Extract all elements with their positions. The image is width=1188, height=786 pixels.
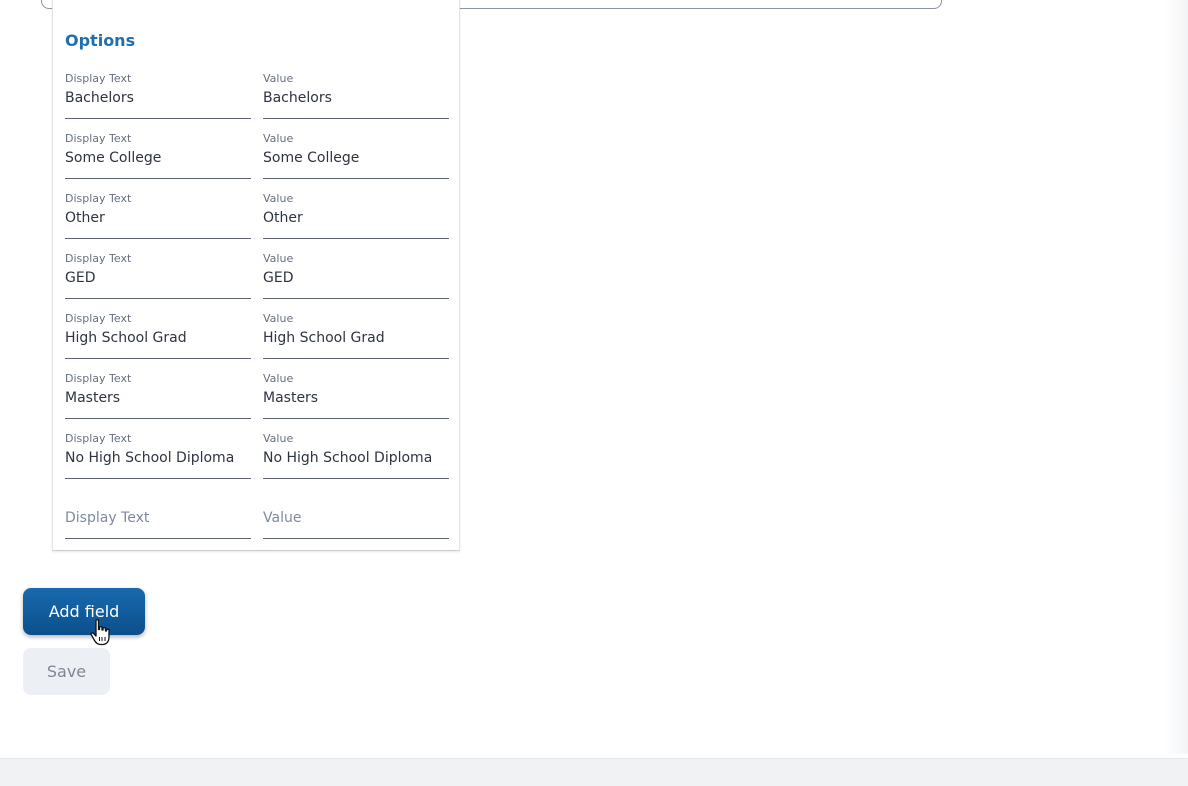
display-text-label: Display Text	[65, 132, 132, 145]
option-row: Display Text No High School Diploma Valu…	[65, 427, 449, 479]
display-text-field[interactable]: Display Text High School Grad	[65, 307, 251, 359]
display-text-label: Display Text	[65, 192, 132, 205]
value-label: Value	[263, 372, 294, 385]
option-row: Display Text GED Value GED	[65, 247, 449, 299]
value-value[interactable]: Masters	[263, 390, 449, 406]
value-label: Value	[263, 72, 294, 85]
form-editor-page: Options Display Text Bachelors Value Bac…	[0, 0, 1188, 786]
new-display-text-input[interactable]: Display Text	[65, 487, 251, 539]
bottom-strip	[0, 758, 1188, 786]
hand-pointer-icon	[90, 619, 110, 646]
new-value-input[interactable]: Value	[263, 487, 449, 539]
display-text-field[interactable]: Display Text Masters	[65, 367, 251, 419]
option-row: Display Text Some College Value Some Col…	[65, 127, 449, 179]
value-label: Value	[263, 252, 294, 265]
display-text-value[interactable]: No High School Diploma	[65, 450, 251, 466]
display-text-placeholder: Display Text	[65, 510, 150, 526]
value-value[interactable]: Bachelors	[263, 90, 449, 106]
display-text-label: Display Text	[65, 72, 132, 85]
display-text-field[interactable]: Display Text Bachelors	[65, 67, 251, 119]
display-text-field[interactable]: Display Text Some College	[65, 127, 251, 179]
option-row: Display Text Bachelors Value Bachelors	[65, 67, 449, 119]
value-label: Value	[263, 192, 294, 205]
display-text-field[interactable]: Display Text GED	[65, 247, 251, 299]
display-text-label: Display Text	[65, 252, 132, 265]
display-text-value[interactable]: Some College	[65, 150, 251, 166]
display-text-label: Display Text	[65, 372, 132, 385]
value-field[interactable]: Value Some College	[263, 127, 449, 179]
value-value[interactable]: Other	[263, 210, 449, 226]
value-label: Value	[263, 312, 294, 325]
display-text-value[interactable]: Other	[65, 210, 251, 226]
option-row: Display Text Other Value Other	[65, 187, 449, 239]
value-field[interactable]: Value Other	[263, 187, 449, 239]
value-value[interactable]: GED	[263, 270, 449, 286]
value-value[interactable]: High School Grad	[263, 330, 449, 346]
display-text-label: Display Text	[65, 432, 132, 445]
new-option-row: Display Text Value	[65, 487, 449, 539]
value-field[interactable]: Value Masters	[263, 367, 449, 419]
display-text-field[interactable]: Display Text No High School Diploma	[65, 427, 251, 479]
value-field[interactable]: Value No High School Diploma	[263, 427, 449, 479]
value-field[interactable]: Value High School Grad	[263, 307, 449, 359]
option-row: Display Text Masters Value Masters	[65, 367, 449, 419]
display-text-label: Display Text	[65, 312, 132, 325]
value-value[interactable]: No High School Diploma	[263, 450, 449, 466]
add-field-button[interactable]: Add field	[23, 588, 145, 635]
value-value[interactable]: Some College	[263, 150, 449, 166]
options-title: Options	[65, 31, 136, 50]
display-text-value[interactable]: Bachelors	[65, 90, 251, 106]
save-button[interactable]: Save	[23, 648, 110, 695]
top-field-input-3[interactable]	[453, 0, 942, 9]
display-text-value[interactable]: High School Grad	[65, 330, 251, 346]
display-text-field[interactable]: Display Text Other	[65, 187, 251, 239]
display-text-value[interactable]: Masters	[65, 390, 251, 406]
value-field[interactable]: Value GED	[263, 247, 449, 299]
value-label: Value	[263, 432, 294, 445]
options-panel: Options Display Text Bachelors Value Bac…	[52, 0, 460, 551]
value-label: Value	[263, 132, 294, 145]
option-row: Display Text High School Grad Value High…	[65, 307, 449, 359]
value-field[interactable]: Value Bachelors	[263, 67, 449, 119]
scroll-area-edge	[1164, 0, 1188, 754]
display-text-value[interactable]: GED	[65, 270, 251, 286]
value-placeholder: Value	[263, 510, 302, 526]
